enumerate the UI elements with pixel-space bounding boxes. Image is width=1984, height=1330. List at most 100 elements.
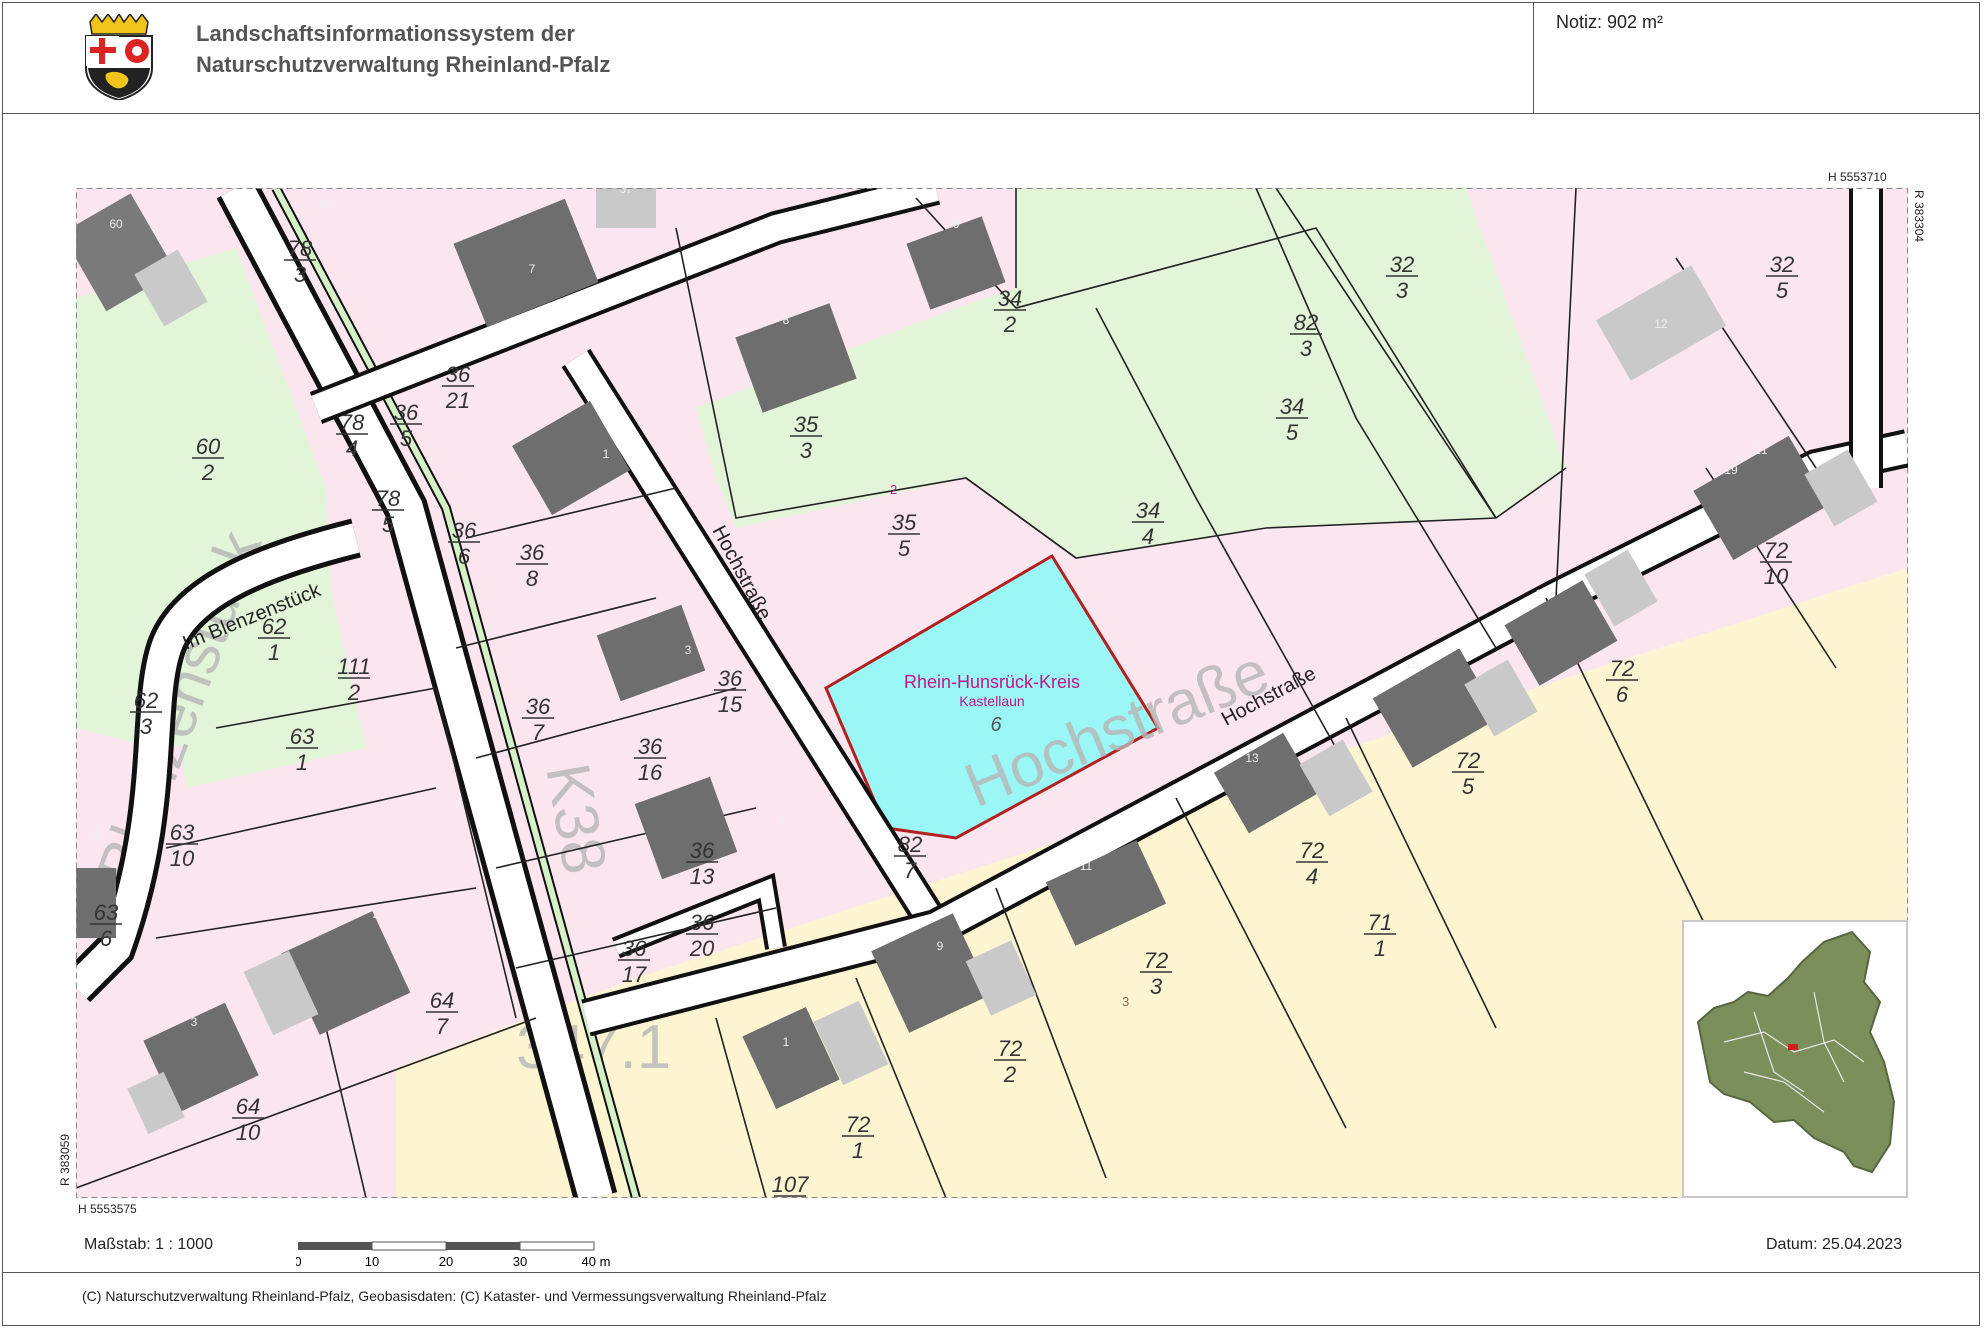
svg-text:2: 2 — [1003, 312, 1016, 337]
svg-text:1: 1 — [296, 750, 308, 775]
svg-text:1: 1 — [1374, 936, 1386, 961]
svg-text:10: 10 — [365, 1254, 379, 1269]
svg-text:34: 34 — [1280, 394, 1304, 419]
svg-text:36: 36 — [638, 734, 663, 759]
svg-text:6: 6 — [100, 926, 113, 951]
svg-text:2: 2 — [347, 680, 360, 705]
title-line-1: Landschaftsinformationssystem der — [196, 21, 575, 46]
svg-text:12: 12 — [1654, 317, 1668, 331]
svg-text:63: 63 — [94, 900, 119, 925]
svg-text:5: 5 — [898, 536, 911, 561]
coord-top-h: H 5553710 — [1828, 170, 1887, 184]
svg-text:3: 3 — [800, 438, 813, 463]
lot-label-72-10[interactable]: 7210 — [1760, 538, 1792, 589]
svg-text:72: 72 — [1764, 538, 1788, 563]
svg-text:10: 10 — [1764, 564, 1789, 589]
svg-text:3: 3 — [1396, 278, 1409, 303]
svg-text:6: 6 — [953, 217, 960, 231]
svg-text:30: 30 — [513, 1254, 527, 1269]
svg-text:9: 9 — [937, 939, 944, 953]
parcel-lot-number: 6 — [990, 714, 1002, 736]
overview-map-inset[interactable] — [1682, 920, 1908, 1198]
svg-text:15: 15 — [718, 692, 743, 717]
svg-text:111: 111 — [337, 654, 370, 679]
coat-of-arms-icon — [85, 14, 153, 100]
svg-text:13: 13 — [1245, 751, 1259, 765]
cadastral-map[interactable]: 347.1 K38 Hochstraße Blenzenstück 60 50 … — [76, 188, 1908, 1198]
svg-text:72: 72 — [1300, 838, 1324, 863]
lot-label-63-10[interactable]: 6310 — [166, 820, 198, 871]
svg-text:3: 3 — [1150, 974, 1163, 999]
svg-text:1: 1 — [268, 640, 280, 665]
svg-text:4: 4 — [1142, 524, 1154, 549]
svg-text:21: 21 — [445, 388, 470, 413]
svg-text:3: 3 — [1300, 336, 1313, 361]
lot-label-36-20[interactable]: 3620 — [686, 910, 718, 961]
scale-bar: 0 10 20 30 40 m — [296, 1241, 611, 1269]
svg-text:7: 7 — [436, 1014, 449, 1039]
svg-text:3: 3 — [294, 262, 307, 287]
svg-text:7: 7 — [532, 720, 545, 745]
svg-text:5: 5 — [1286, 420, 1299, 445]
svg-text:17: 17 — [1535, 587, 1549, 601]
svg-text:72: 72 — [1610, 656, 1634, 681]
lot-label-107-2[interactable]: 1072 — [772, 1172, 809, 1198]
svg-text:10: 10 — [236, 1120, 261, 1145]
svg-text:35: 35 — [794, 412, 819, 437]
svg-text:40 m: 40 m — [582, 1254, 611, 1269]
misc-label-2: 2 — [890, 482, 897, 497]
svg-text:36: 36 — [718, 666, 743, 691]
coord-bottom-h: H 5553575 — [78, 1202, 137, 1216]
svg-text:3: 3 — [685, 643, 692, 657]
svg-text:32: 32 — [1390, 252, 1414, 277]
svg-text:34: 34 — [998, 286, 1022, 311]
lot-label-36-17[interactable]: 3617 — [618, 936, 650, 987]
parcel-district-label: Rhein-Hunsrück-Kreis — [904, 672, 1080, 692]
svg-text:15: 15 — [1405, 657, 1419, 671]
svg-text:72: 72 — [998, 1036, 1022, 1061]
lot-label-36-21[interactable]: 3621 — [442, 362, 474, 413]
svg-text:1: 1 — [852, 1138, 864, 1163]
svg-text:5: 5 — [382, 512, 395, 537]
svg-text:5: 5 — [400, 426, 413, 451]
svg-text:10: 10 — [170, 846, 195, 871]
coord-right-r: R 383304 — [1912, 190, 1926, 243]
svg-text:35: 35 — [892, 510, 917, 535]
title-line-2: Naturschutzverwaltung Rheinland-Pfalz — [196, 52, 611, 77]
svg-text:72: 72 — [1144, 948, 1168, 973]
page-title: Landschaftsinformationssystem der Naturs… — [196, 18, 610, 80]
header-separator — [1533, 2, 1534, 114]
svg-text:19: 19 — [1724, 463, 1738, 477]
svg-text:7: 7 — [529, 262, 536, 276]
svg-text:36: 36 — [520, 540, 545, 565]
svg-text:0: 0 — [296, 1254, 302, 1269]
svg-text:64: 64 — [430, 988, 454, 1013]
lot-label-36-16[interactable]: 3616 — [634, 734, 666, 785]
coord-left-r: R 383059 — [58, 1134, 72, 1187]
svg-text:71: 71 — [1368, 910, 1392, 935]
svg-text:72: 72 — [1456, 748, 1480, 773]
header-divider — [2, 113, 1980, 114]
svg-text:5: 5 — [779, 813, 786, 827]
svg-text:72: 72 — [846, 1112, 870, 1137]
svg-text:107: 107 — [772, 1172, 809, 1197]
svg-text:6: 6 — [93, 827, 100, 841]
svg-text:36: 36 — [690, 910, 715, 935]
svg-text:8: 8 — [526, 566, 539, 591]
svg-text:62: 62 — [262, 614, 286, 639]
svg-text:5: 5 — [1462, 774, 1475, 799]
svg-text:20: 20 — [689, 936, 715, 961]
svg-text:36: 36 — [622, 936, 647, 961]
svg-text:60: 60 — [196, 434, 221, 459]
svg-text:2: 2 — [201, 460, 214, 485]
lot-label-36-13[interactable]: 3613 — [686, 838, 718, 889]
svg-text:2: 2 — [1003, 1062, 1016, 1087]
lot-label-64-10[interactable]: 6410 — [232, 1094, 264, 1145]
svg-text:64: 64 — [236, 1094, 260, 1119]
svg-text:32: 32 — [1770, 252, 1794, 277]
lot-label-36-15[interactable]: 3615 — [714, 666, 746, 717]
svg-text:82: 82 — [1294, 310, 1318, 335]
svg-text:13: 13 — [690, 864, 715, 889]
svg-text:82: 82 — [898, 832, 922, 857]
svg-text:7: 7 — [904, 858, 917, 883]
